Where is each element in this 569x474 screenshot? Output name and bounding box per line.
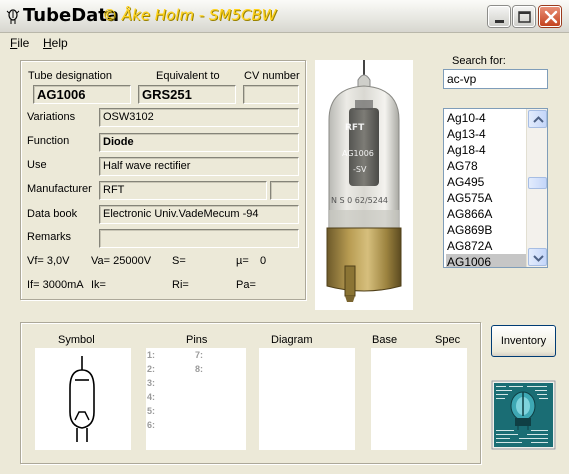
s-value: S=	[172, 255, 186, 267]
mu-value: 0	[260, 255, 267, 267]
tube-list-item[interactable]: AG1006	[446, 254, 530, 267]
tube-list-item[interactable]: AG575A	[446, 190, 530, 206]
pa-value: Pa=	[236, 279, 256, 291]
close-icon	[544, 10, 558, 24]
svg-text:N S 0 62/5244: N S 0 62/5244	[331, 196, 388, 205]
function-label: Function	[27, 135, 70, 147]
remarks-field[interactable]	[99, 229, 299, 248]
tube-list-item[interactable]: Ag10-4	[446, 110, 530, 126]
minimize-button[interactable]	[488, 6, 510, 27]
databook-label: Data book	[27, 208, 78, 220]
va-value: Va= 25000V	[91, 255, 152, 267]
inventory-button[interactable]: Inventory	[491, 325, 556, 357]
equivalent-label: Equivalent to	[156, 70, 220, 82]
maximize-icon	[518, 11, 531, 23]
pin-label: 1:	[147, 350, 156, 360]
pin-label: 7:	[195, 350, 204, 360]
vf-value: Vf= 3,0V	[27, 255, 70, 267]
function-field[interactable]: Diode	[99, 133, 299, 152]
pin-label: 2:	[147, 364, 156, 374]
pin-label: 5:	[147, 406, 156, 416]
equivalent-field[interactable]: GRS251	[138, 85, 236, 104]
tube-photo: RFT AG1006 -SV N S 0 62/5244	[315, 60, 413, 310]
manufacturer-extra-field[interactable]	[270, 181, 299, 200]
menu-file[interactable]: File	[10, 36, 29, 50]
tube-list-item[interactable]: Ag18-4	[446, 142, 530, 158]
ik-value: Ik=	[91, 279, 106, 291]
if-value: If= 3000mA	[27, 279, 84, 291]
tube-list-item[interactable]: AG495	[446, 174, 530, 190]
pins-panel: 1: 2: 3: 4: 5: 6: 7: 8:	[146, 348, 246, 450]
cv-number-label: CV number	[244, 70, 300, 82]
app-tube-icon[interactable]	[6, 9, 20, 25]
symbol-label: Symbol	[58, 334, 95, 346]
ri-value: Ri=	[172, 279, 189, 291]
close-button[interactable]	[539, 6, 561, 27]
menu-bar	[0, 33, 569, 53]
spec-label: Spec	[435, 334, 461, 346]
svg-text:AG1006: AG1006	[342, 149, 374, 158]
scroll-down-button[interactable]	[528, 248, 547, 266]
tube-list-item[interactable]: Ag13-4	[446, 126, 530, 142]
scroll-thumb[interactable]	[528, 177, 547, 189]
search-input[interactable]	[443, 69, 548, 89]
list-scrollbar[interactable]	[526, 109, 547, 267]
tubedata-logo	[491, 380, 556, 450]
tube-list-item[interactable]: AG866A	[446, 206, 530, 222]
manufacturer-field[interactable]: RFT	[99, 181, 267, 200]
variations-label: Variations	[27, 111, 76, 123]
cv-number-field[interactable]	[243, 85, 299, 104]
pin-label: 6:	[147, 420, 156, 430]
tube-designation-label: Tube designation	[28, 70, 112, 82]
menu-help[interactable]: Help	[43, 36, 68, 50]
databook-field[interactable]: Electronic Univ.VadeMecum -94	[99, 205, 299, 224]
diode-tube-symbol-icon	[69, 356, 95, 442]
maximize-button[interactable]	[513, 6, 535, 27]
tube-list-item[interactable]: AG869B	[446, 222, 530, 238]
use-label: Use	[27, 159, 47, 171]
pins-label: Pins	[186, 334, 208, 346]
pin-label: 4:	[147, 392, 156, 402]
svg-text:RFT: RFT	[345, 123, 365, 133]
search-label: Search for:	[452, 55, 506, 67]
tube-list-item[interactable]: AG78	[446, 158, 530, 174]
scroll-up-button[interactable]	[528, 110, 547, 128]
manufacturer-label: Manufacturer	[27, 183, 92, 195]
base-spec-panel	[371, 348, 467, 450]
tube-designation-field[interactable]: AG1006	[33, 85, 131, 104]
variations-field[interactable]: OSW3102	[99, 108, 299, 127]
mu-label: µ=	[236, 255, 249, 267]
symbol-panel	[35, 348, 131, 450]
arrow-down-icon	[533, 255, 544, 262]
diagram-label: Diagram	[271, 334, 313, 346]
arrow-up-icon	[533, 116, 544, 123]
base-label: Base	[372, 334, 398, 346]
window-credit: © Åke Holm - SM5CBW	[102, 6, 277, 24]
use-field[interactable]: Half wave rectifier	[99, 157, 299, 176]
pin-label: 3:	[147, 378, 156, 388]
tube-list-item[interactable]: AG872A	[446, 238, 530, 254]
minimize-icon	[495, 20, 504, 23]
remarks-label: Remarks	[27, 231, 72, 243]
pin-label: 8:	[195, 364, 204, 374]
svg-text:-SV: -SV	[353, 165, 367, 174]
diagram-panel	[259, 348, 355, 450]
